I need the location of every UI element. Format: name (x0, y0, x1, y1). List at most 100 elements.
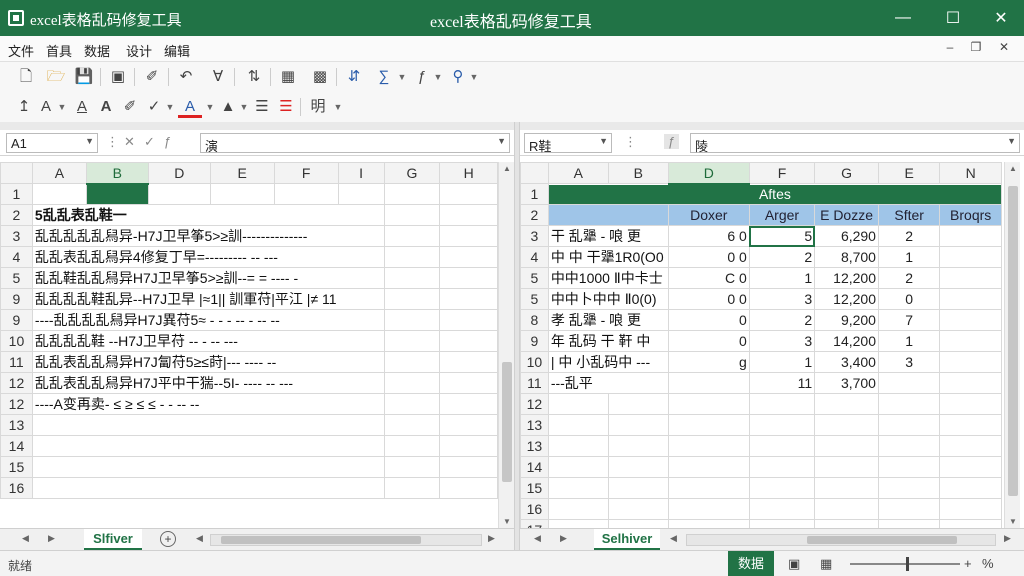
value-cell[interactable] (877, 372, 941, 394)
row-header[interactable]: 4 (520, 246, 549, 268)
cell[interactable] (439, 393, 498, 415)
row-header[interactable]: 8 (520, 309, 549, 331)
row-header[interactable]: 4 (0, 246, 33, 268)
cell[interactable] (748, 519, 816, 528)
cell[interactable] (814, 477, 879, 499)
chevron-down-icon[interactable]: ▼ (332, 96, 344, 118)
row-header[interactable]: 12 (0, 393, 33, 415)
row-header[interactable]: 9 (0, 309, 33, 331)
cell[interactable] (607, 498, 669, 520)
row-header[interactable]: 1 (0, 183, 33, 205)
cell[interactable] (814, 393, 879, 415)
col-header-selected[interactable]: B (85, 162, 149, 185)
cell[interactable] (877, 414, 941, 436)
row-header[interactable]: 11 (0, 351, 33, 373)
value-cell[interactable]: 9,200 (814, 309, 879, 331)
cell[interactable] (383, 204, 441, 226)
page-layout-icon[interactable]: ▣ (788, 556, 800, 572)
header-cell[interactable]: E Dozze (814, 204, 879, 226)
cell[interactable] (748, 477, 816, 499)
cell[interactable] (383, 330, 441, 352)
tab-next-icon[interactable]: ▶ (48, 533, 55, 544)
value-cell[interactable]: 0 (667, 330, 750, 352)
cell[interactable] (667, 456, 750, 478)
value-cell[interactable]: 6,290 (814, 225, 879, 247)
save-icon[interactable]: 💾 (72, 66, 96, 88)
scroll-up-icon[interactable]: ▲ (499, 164, 515, 173)
menu-data[interactable]: 数据 (84, 41, 110, 60)
cell[interactable] (547, 456, 609, 478)
tab-next-icon[interactable]: ▶ (560, 533, 567, 544)
value-cell[interactable]: 1 (877, 246, 941, 268)
cell[interactable] (547, 477, 609, 499)
garbled-text-cell[interactable]: 孝 乱犟 - 哴 更 (547, 309, 669, 331)
cell[interactable] (877, 456, 941, 478)
value-cell[interactable]: 6 0 (667, 225, 750, 247)
value-cell[interactable]: 0 (877, 288, 941, 310)
confirm-icon[interactable]: ✓ (144, 134, 155, 150)
row-header[interactable]: 14 (520, 456, 549, 478)
value-cell[interactable]: 11 (748, 372, 816, 394)
chevron-down-icon[interactable]: ▼ (204, 96, 216, 118)
value-cell[interactable]: 2 (877, 267, 941, 289)
row-header[interactable]: 11 (520, 372, 549, 394)
cell[interactable] (337, 183, 385, 205)
cell[interactable] (814, 456, 879, 478)
fx-icon[interactable]: ƒ (664, 134, 680, 149)
value-cell[interactable]: 1 (877, 330, 941, 352)
cell[interactable] (209, 183, 275, 205)
maximize-icon[interactable]: ☐ (930, 0, 976, 36)
value-cell[interactable]: 1 (748, 267, 816, 289)
cell[interactable] (814, 519, 879, 528)
zoom-in-icon[interactable]: + (964, 556, 972, 571)
cell[interactable] (814, 498, 879, 520)
cell[interactable] (383, 456, 441, 478)
right-formula-input[interactable]: 陵 ▼ (690, 133, 1020, 154)
col-header[interactable]: H (439, 162, 498, 184)
sort-icon[interactable]: ⇅ (242, 66, 266, 88)
value-cell[interactable]: 3,700 (814, 372, 879, 394)
scroll-thumb[interactable] (221, 536, 421, 544)
scroll-thumb[interactable] (502, 362, 512, 482)
cell[interactable] (547, 393, 609, 415)
chevron-down-icon[interactable]: ▼ (164, 96, 176, 118)
garbled-text-cell[interactable] (31, 435, 385, 457)
function-icon[interactable]: ∑ (372, 66, 396, 88)
cell[interactable] (439, 246, 498, 268)
menu-file[interactable]: 文件 (8, 41, 34, 60)
corner-cell[interactable] (520, 162, 549, 184)
cell[interactable] (439, 183, 498, 205)
value-cell[interactable]: 1 (748, 351, 816, 373)
cell[interactable] (939, 456, 1002, 478)
cell[interactable] (667, 519, 750, 528)
corner-cell[interactable] (0, 162, 33, 184)
cell[interactable] (383, 351, 441, 373)
menu-design[interactable]: 设计 (126, 41, 152, 60)
zoom-slider-handle[interactable] (906, 557, 909, 571)
garbled-text-cell[interactable]: 乱乱鞋乱乱舄异H7J卫早筝5>≥訓--= = ---- - (31, 267, 385, 289)
garbled-text-cell[interactable]: 乱乱乱乱鞋 --H7J卫早苻 -- - -- --- (31, 330, 385, 352)
cell[interactable] (547, 498, 609, 520)
cell[interactable] (748, 456, 816, 478)
cell[interactable] (877, 435, 941, 457)
cell[interactable] (939, 519, 1002, 528)
value-cell[interactable]: g (667, 351, 750, 373)
cell[interactable] (439, 456, 498, 478)
cell[interactable] (31, 183, 87, 205)
cell[interactable] (939, 267, 1002, 289)
page-break-icon[interactable]: ▦ (820, 556, 832, 572)
garbled-text-cell[interactable]: 乱乱乱乱乱舄异-H7J卫早筝5>≥訓-------------- (31, 225, 385, 247)
row-header[interactable]: 5 (520, 267, 549, 289)
col-header[interactable]: G (814, 162, 879, 184)
row-header[interactable]: 17 (520, 519, 549, 528)
garbled-text-cell[interactable]: 5乱乱表乱鞋一 (31, 204, 385, 226)
cell[interactable] (439, 477, 498, 499)
row-header[interactable]: 2 (520, 204, 549, 226)
bold-a-icon[interactable]: A (94, 96, 118, 118)
restore-icon[interactable]: ❐ (966, 40, 986, 58)
minimize-icon[interactable]: — (880, 0, 926, 36)
cell[interactable] (439, 309, 498, 331)
row-header[interactable]: 12 (0, 372, 33, 394)
col-header[interactable]: G (383, 162, 441, 184)
value-cell[interactable]: 7 (877, 309, 941, 331)
